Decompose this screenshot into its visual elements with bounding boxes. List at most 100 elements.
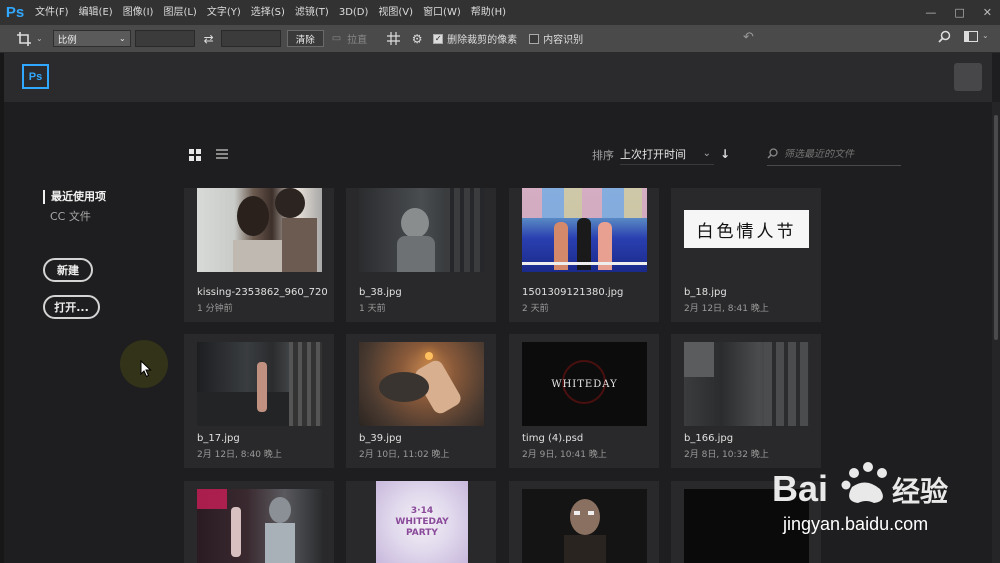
menu-window[interactable]: 窗口(W) bbox=[418, 0, 466, 25]
crop-icon[interactable] bbox=[12, 29, 36, 49]
list-view-icon[interactable] bbox=[216, 149, 229, 161]
recent-file-card[interactable]: 白色情人节 b_18.jpg 2月 12日, 8:41 晚上 bbox=[671, 188, 821, 322]
grid-view-icon[interactable] bbox=[189, 149, 202, 161]
menu-select[interactable]: 选择(S) bbox=[246, 0, 290, 25]
chevron-down-icon[interactable]: ⌄ bbox=[36, 34, 43, 43]
file-thumbnail bbox=[522, 188, 647, 272]
sort-label: 排序 bbox=[592, 149, 614, 162]
file-thumbnail bbox=[197, 489, 322, 563]
maximize-icon[interactable]: □ bbox=[954, 6, 964, 19]
search-icon bbox=[767, 147, 778, 162]
ratio-select[interactable]: 比例 ⌄ bbox=[52, 30, 131, 47]
recent-file-card[interactable]: b_166.jpg 2月 8日, 10:32 晚上 bbox=[671, 334, 821, 468]
thumbnail-text: 白色情人节 bbox=[696, 221, 797, 242]
start-header: Ps bbox=[4, 53, 992, 102]
menu-layer[interactable]: 图层(L) bbox=[158, 0, 201, 25]
file-name: b_18.jpg bbox=[684, 287, 727, 298]
filter-input[interactable] bbox=[784, 149, 894, 160]
gear-icon[interactable]: ⚙ bbox=[405, 29, 429, 49]
watermark-url: jingyan.baidu.com bbox=[783, 514, 929, 534]
options-bar: ⌄ 比例 ⌄ ⇄ 清除 ▭ 拉直 ⚙ ✓ 删除裁剪的像素 内容识别 ↶ ⌄ bbox=[0, 25, 1000, 53]
thumbnail-text: 3·14 WHITEDAY PARTY bbox=[395, 505, 449, 538]
height-input[interactable] bbox=[220, 30, 281, 47]
file-thumbnail bbox=[197, 188, 322, 272]
file-name: b_39.jpg bbox=[359, 433, 402, 444]
avatar[interactable] bbox=[954, 63, 982, 91]
clear-button[interactable]: 清除 bbox=[286, 30, 324, 47]
file-date: 2月 12日, 8:40 晚上 bbox=[197, 450, 282, 460]
scrollbar-thumb[interactable] bbox=[994, 115, 998, 340]
file-thumbnail: 3·14 WHITEDAY PARTY bbox=[376, 481, 468, 563]
file-name: b_17.jpg bbox=[197, 433, 240, 444]
file-thumbnail bbox=[197, 342, 322, 426]
svg-text:经验: 经验 bbox=[892, 475, 948, 508]
delete-cropped-label: 删除裁剪的像素 bbox=[447, 35, 518, 46]
width-input[interactable] bbox=[134, 30, 195, 47]
file-thumbnail bbox=[359, 188, 484, 272]
content-aware-option[interactable]: 内容识别 bbox=[529, 31, 583, 46]
content-aware-label: 内容识别 bbox=[543, 35, 584, 46]
new-button[interactable]: 新建 bbox=[43, 258, 93, 282]
delete-cropped-option[interactable]: ✓ 删除裁剪的像素 bbox=[433, 31, 517, 46]
reset-icon[interactable]: ↶ bbox=[743, 30, 754, 45]
menu-image[interactable]: 图像(I) bbox=[118, 0, 159, 25]
delete-cropped-checkbox[interactable]: ✓ bbox=[433, 33, 444, 44]
menu-3d[interactable]: 3D(D) bbox=[334, 0, 374, 25]
recent-file-card[interactable]: 1501309121380.jpg 2 天前 bbox=[509, 188, 659, 322]
file-date: 2 天前 bbox=[522, 304, 549, 314]
sort-direction-icon[interactable]: ↓ bbox=[720, 147, 730, 161]
close-icon[interactable]: ✕ bbox=[983, 6, 992, 19]
swap-icon[interactable]: ⇄ bbox=[201, 29, 217, 49]
file-date: 2月 8日, 10:32 晚上 bbox=[684, 450, 769, 460]
menu-view[interactable]: 视图(V) bbox=[373, 0, 418, 25]
file-thumbnail bbox=[522, 489, 647, 563]
nav-cc-files[interactable]: CC 文件 bbox=[50, 210, 91, 224]
photoshop-app-icon: Ps bbox=[5, 4, 25, 21]
window-controls: — □ ✕ bbox=[925, 0, 992, 25]
recent-file-card[interactable]: 3·14 WHITEDAY PARTY bbox=[346, 481, 496, 563]
file-thumbnail bbox=[684, 342, 809, 426]
file-name: 1501309121380.jpg bbox=[522, 287, 624, 298]
file-name: b_166.jpg bbox=[684, 433, 734, 444]
nav-recent[interactable]: 最近使用项 bbox=[43, 190, 106, 204]
open-button[interactable]: 打开... bbox=[43, 295, 100, 319]
menu-edit[interactable]: 编辑(E) bbox=[74, 0, 118, 25]
file-name: timg (4).psd bbox=[522, 433, 584, 444]
recent-file-card[interactable] bbox=[509, 481, 659, 563]
mouse-cursor-icon bbox=[140, 359, 152, 382]
workspace-icon[interactable] bbox=[964, 31, 978, 42]
recent-file-card[interactable] bbox=[184, 481, 334, 563]
content-aware-checkbox[interactable] bbox=[529, 33, 540, 44]
recent-file-card[interactable]: kissing-2353862_960_720... 1 分钟前 bbox=[184, 188, 334, 322]
file-date: 1 分钟前 bbox=[197, 304, 233, 314]
file-date: 2月 10日, 11:02 晚上 bbox=[359, 450, 450, 460]
chevron-down-icon: ⌄ bbox=[119, 34, 126, 43]
sort-select-value: 上次打开时间 bbox=[620, 147, 686, 161]
filter-field[interactable] bbox=[767, 144, 901, 166]
file-thumbnail: WHITEDAY bbox=[522, 342, 647, 426]
menu-file[interactable]: 文件(F) bbox=[30, 0, 74, 25]
photoshop-logo: Ps bbox=[22, 64, 49, 89]
chevron-down-icon[interactable]: ⌄ bbox=[982, 31, 989, 40]
menu-help[interactable]: 帮助(H) bbox=[466, 0, 511, 25]
file-name: b_38.jpg bbox=[359, 287, 402, 298]
svg-text:Bai: Bai bbox=[772, 468, 828, 509]
grid-overlay-icon[interactable] bbox=[381, 29, 405, 49]
minimize-icon[interactable]: — bbox=[925, 6, 936, 19]
file-thumbnail bbox=[359, 342, 484, 426]
recent-file-card[interactable]: b_38.jpg 1 天前 bbox=[346, 188, 496, 322]
file-date: 2月 9日, 10:41 晚上 bbox=[522, 450, 607, 460]
straighten-icon[interactable]: ▭ bbox=[332, 33, 341, 44]
straighten-label[interactable]: 拉直 bbox=[347, 31, 367, 46]
file-date: 1 天前 bbox=[359, 304, 386, 314]
ratio-select-value: 比例 bbox=[57, 34, 77, 46]
recent-file-card[interactable]: b_39.jpg 2月 10日, 11:02 晚上 bbox=[346, 334, 496, 468]
sort-select[interactable]: 上次打开时间 ⌄ bbox=[620, 143, 714, 165]
search-icon[interactable] bbox=[938, 30, 951, 46]
menu-type[interactable]: 文字(Y) bbox=[202, 0, 246, 25]
thumbnail-text: WHITEDAY bbox=[551, 378, 618, 390]
menu-filter[interactable]: 滤镜(T) bbox=[290, 0, 334, 25]
recent-file-card[interactable]: WHITEDAY timg (4).psd 2月 9日, 10:41 晚上 bbox=[509, 334, 659, 468]
chevron-down-icon: ⌄ bbox=[702, 148, 711, 159]
recent-file-card[interactable]: b_17.jpg 2月 12日, 8:40 晚上 bbox=[184, 334, 334, 468]
